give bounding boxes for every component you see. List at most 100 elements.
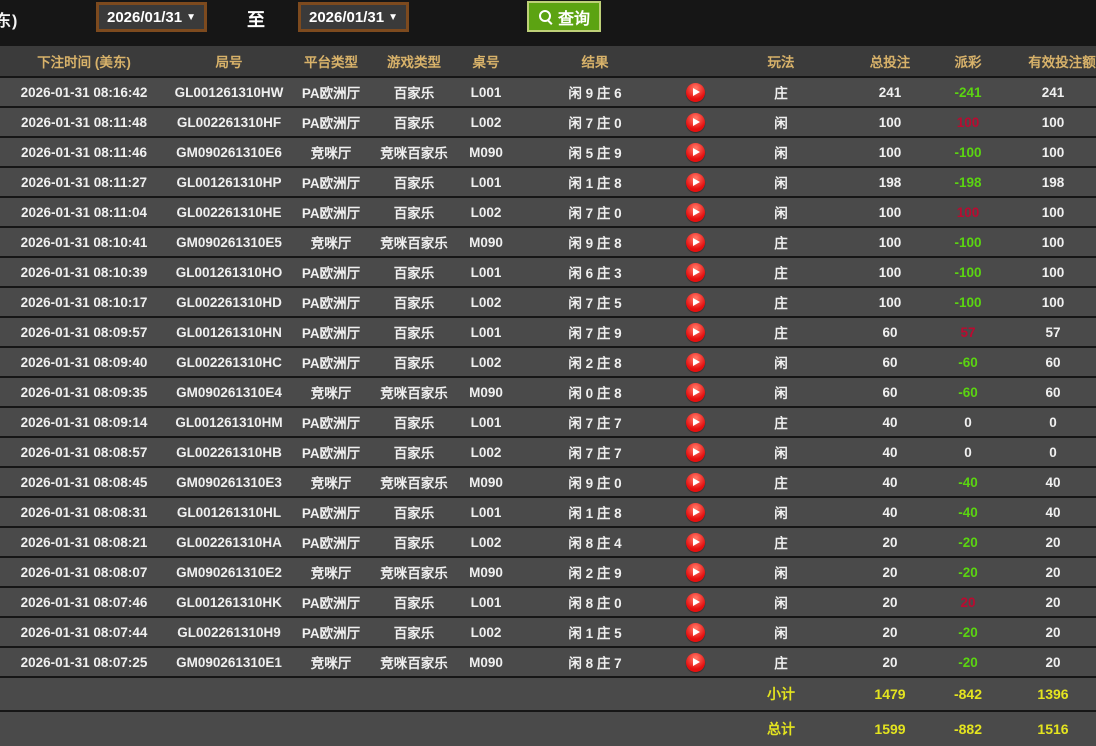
play-replay-icon[interactable] xyxy=(686,653,705,672)
play-replay-icon[interactable] xyxy=(686,353,705,372)
bet-time-cell: 2026-01-31 08:11:48 xyxy=(0,108,168,136)
replay-cell xyxy=(674,588,716,616)
table-row: 2026-01-31 08:11:27 GL001261310HP PA欧洲厅 … xyxy=(0,168,1096,196)
date-from-picker[interactable]: 2026/01/31 ▼ xyxy=(96,2,207,32)
total-bet-cell: 60 xyxy=(846,318,934,346)
valid-bet-cell: 40 xyxy=(1002,468,1096,496)
game-type-cell: 百家乐 xyxy=(372,318,456,346)
play-replay-icon[interactable] xyxy=(686,443,705,462)
payout-cell: -20 xyxy=(934,648,1002,676)
play-replay-icon[interactable] xyxy=(686,263,705,282)
game-type-cell: 百家乐 xyxy=(372,618,456,646)
bet-time-cell: 2026-01-31 08:16:42 xyxy=(0,78,168,106)
play-replay-icon[interactable] xyxy=(686,83,705,102)
payout-cell: -241 xyxy=(934,78,1002,106)
valid-bet-cell: 100 xyxy=(1002,108,1096,136)
play-replay-icon[interactable] xyxy=(686,503,705,522)
valid-bet-cell: 40 xyxy=(1002,498,1096,526)
platform-cell: 竞咪厅 xyxy=(290,558,372,586)
play-replay-icon[interactable] xyxy=(686,413,705,432)
play-triangle-icon xyxy=(693,148,700,156)
play-replay-icon[interactable] xyxy=(686,533,705,552)
replay-cell xyxy=(674,648,716,676)
platform-cell: PA欧洲厅 xyxy=(290,588,372,616)
table-row: 2026-01-31 08:11:04 GL002261310HE PA欧洲厅 … xyxy=(0,198,1096,226)
table-row: 2026-01-31 08:10:41 GM090261310E5 竞咪厅 竞咪… xyxy=(0,228,1096,256)
round-id-cell: GL002261310H9 xyxy=(168,618,290,646)
table-row: 2026-01-31 08:10:39 GL001261310HO PA欧洲厅 … xyxy=(0,258,1096,286)
platform-cell: PA欧洲厅 xyxy=(290,408,372,436)
valid-bet-cell: 100 xyxy=(1002,138,1096,166)
total-bet-cell: 60 xyxy=(846,378,934,406)
game-type-cell: 竞咪百家乐 xyxy=(372,558,456,586)
play-replay-icon[interactable] xyxy=(686,113,705,132)
payout-cell: 57 xyxy=(934,318,1002,346)
play-triangle-icon xyxy=(693,478,700,486)
play-replay-icon[interactable] xyxy=(686,473,705,492)
platform-cell: PA欧洲厅 xyxy=(290,498,372,526)
valid-bet-cell: 0 xyxy=(1002,408,1096,436)
play-replay-icon[interactable] xyxy=(686,323,705,342)
valid-bet-cell: 0 xyxy=(1002,438,1096,466)
play-type-cell: 庄 xyxy=(716,318,846,346)
column-header-round-id: 局号 xyxy=(168,46,290,76)
column-header-table-no: 桌号 xyxy=(456,46,516,76)
play-replay-icon[interactable] xyxy=(686,203,705,222)
column-header-replay xyxy=(674,46,716,76)
replay-cell xyxy=(674,138,716,166)
play-replay-icon[interactable] xyxy=(686,383,705,402)
bet-time-cell: 2026-01-31 08:07:46 xyxy=(0,588,168,616)
payout-cell: 0 xyxy=(934,438,1002,466)
play-replay-icon[interactable] xyxy=(686,233,705,252)
game-type-cell: 百家乐 xyxy=(372,78,456,106)
subtotal-row: 小计 1479 -842 1396 xyxy=(0,678,1096,710)
dropdown-arrow-icon: ▼ xyxy=(186,12,196,23)
game-type-cell: 百家乐 xyxy=(372,198,456,226)
play-type-cell: 闲 xyxy=(716,108,846,136)
play-triangle-icon xyxy=(693,418,700,426)
total-bet-cell: 40 xyxy=(846,498,934,526)
table-row: 2026-01-31 08:10:17 GL002261310HD PA欧洲厅 … xyxy=(0,288,1096,316)
play-replay-icon[interactable] xyxy=(686,623,705,642)
date-to-value: 2026/01/31 xyxy=(309,9,384,26)
play-type-cell: 闲 xyxy=(716,168,846,196)
play-replay-icon[interactable] xyxy=(686,563,705,582)
platform-cell: PA欧洲厅 xyxy=(290,348,372,376)
valid-bet-cell: 20 xyxy=(1002,618,1096,646)
play-type-cell: 庄 xyxy=(716,228,846,256)
valid-bet-cell: 60 xyxy=(1002,378,1096,406)
platform-cell: PA欧洲厅 xyxy=(290,618,372,646)
payout-cell: -100 xyxy=(934,258,1002,286)
payout-cell: -20 xyxy=(934,558,1002,586)
table-no-cell: L002 xyxy=(456,618,516,646)
result-cell: 闲 9 庄 6 xyxy=(516,78,674,106)
total-bet-cell: 20 xyxy=(846,648,934,676)
valid-bet-cell: 57 xyxy=(1002,318,1096,346)
game-type-cell: 百家乐 xyxy=(372,168,456,196)
platform-cell: PA欧洲厅 xyxy=(290,78,372,106)
play-triangle-icon xyxy=(693,238,700,246)
payout-cell: -198 xyxy=(934,168,1002,196)
play-replay-icon[interactable] xyxy=(686,143,705,162)
date-to-picker[interactable]: 2026/01/31 ▼ xyxy=(298,2,409,32)
table-row: 2026-01-31 08:07:46 GL001261310HK PA欧洲厅 … xyxy=(0,588,1096,616)
valid-bet-cell: 20 xyxy=(1002,648,1096,676)
payout-cell: -60 xyxy=(934,348,1002,376)
total-bet-cell: 100 xyxy=(846,138,934,166)
total-label: 总计 xyxy=(716,712,846,746)
replay-cell xyxy=(674,618,716,646)
play-triangle-icon xyxy=(693,628,700,636)
play-replay-icon[interactable] xyxy=(686,293,705,312)
query-button[interactable]: 查询 xyxy=(527,1,601,32)
round-id-cell: GM090261310E1 xyxy=(168,648,290,676)
round-id-cell: GL001261310HL xyxy=(168,498,290,526)
game-type-cell: 百家乐 xyxy=(372,438,456,466)
play-triangle-icon xyxy=(693,508,700,516)
play-replay-icon[interactable] xyxy=(686,593,705,612)
round-id-cell: GL001261310HM xyxy=(168,408,290,436)
play-replay-icon[interactable] xyxy=(686,173,705,192)
play-triangle-icon xyxy=(693,88,700,96)
table-no-cell: M090 xyxy=(456,228,516,256)
valid-bet-cell: 100 xyxy=(1002,288,1096,316)
play-type-cell: 庄 xyxy=(716,78,846,106)
